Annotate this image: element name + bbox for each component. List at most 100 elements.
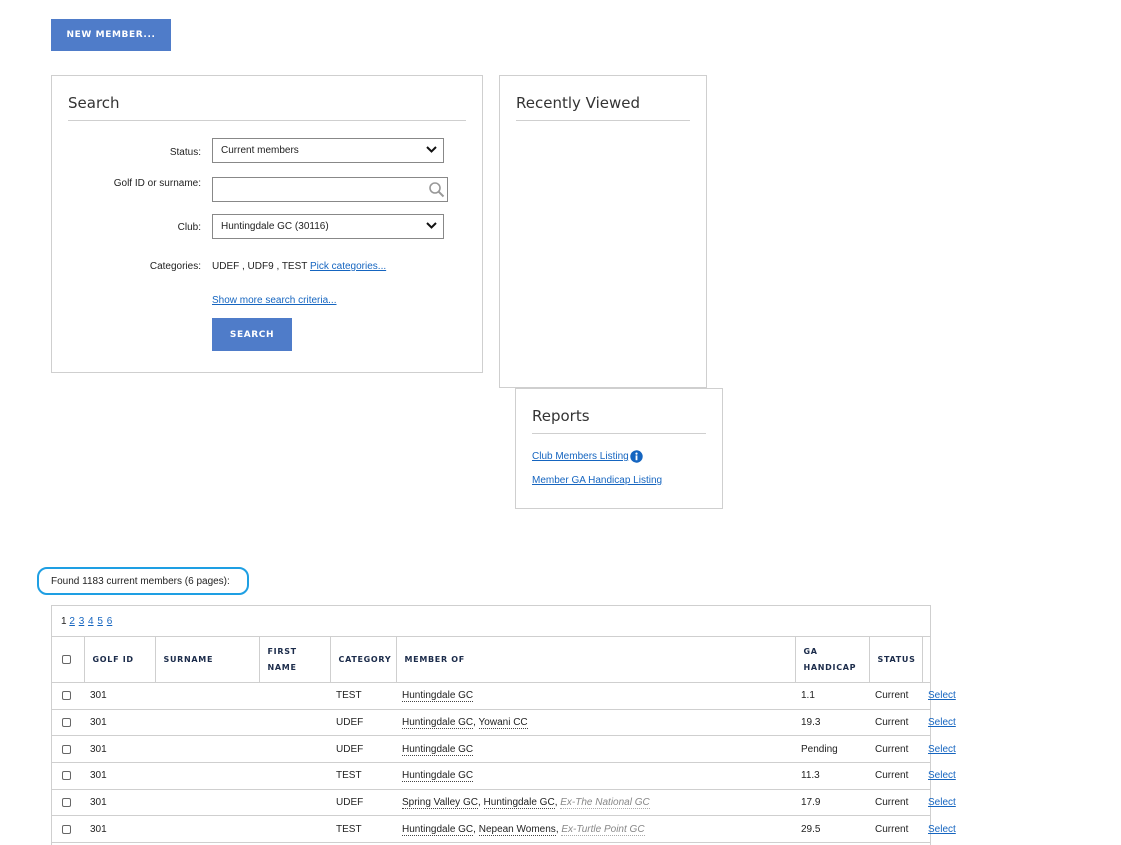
categories-field: UDEF , UDF9 , TEST Pick categories... <box>212 261 386 272</box>
category-cell: TEST <box>330 682 396 710</box>
club-link[interactable]: Yowani CC <box>478 717 528 730</box>
header-golf-id[interactable]: GOLF ID <box>83 636 155 683</box>
action-cell: Select <box>922 682 956 710</box>
table-row: 301 UDEF Spring Valley GC, Huntingdale GC,… <box>52 789 956 817</box>
recently-viewed-panel: Recently Viewed <box>499 75 707 388</box>
search-button[interactable]: SEARCH <box>212 318 292 351</box>
member-of-cell: Huntingdale GC <box>396 762 795 790</box>
first-name-cell <box>259 789 330 817</box>
header-ga-handicap[interactable]: GA HANDICAP <box>794 636 869 683</box>
page-link-5[interactable]: 5 <box>97 616 103 627</box>
status-cell: Current <box>869 762 922 790</box>
club-link[interactable]: Huntingdale GC <box>402 717 474 730</box>
club-link[interactable]: Huntingdale GC <box>483 797 555 810</box>
action-cell: Select <box>922 815 956 844</box>
search-panel: Search Status: Current members Golf ID o… <box>51 75 483 373</box>
header-category[interactable]: CATEGORY <box>329 636 396 683</box>
club-link[interactable]: Huntingdale GC <box>402 770 474 783</box>
header-ga-handicap-line2: HANDICAP <box>803 662 857 672</box>
row-select-cell <box>52 735 84 764</box>
golf-id-label: Golf ID or surname: <box>113 178 201 189</box>
pick-categories-link[interactable]: Pick categories... <box>310 261 386 272</box>
row-select-cell <box>52 709 84 737</box>
row-select-cell <box>52 762 84 790</box>
status-cell: Current <box>869 789 922 817</box>
members-table: GOLF ID SURNAME FIRST NAME CATEGORY MEMB… <box>52 636 956 844</box>
page-link-2[interactable]: 2 <box>69 616 75 627</box>
row-checkbox[interactable] <box>62 717 71 727</box>
select-link[interactable]: Select <box>928 690 956 701</box>
select-link[interactable]: Select <box>928 797 956 808</box>
club-members-listing-link[interactable]: Club Members Listing <box>532 451 629 462</box>
row-checkbox[interactable] <box>62 691 71 701</box>
club-link[interactable]: Spring Valley GC <box>402 797 478 810</box>
row-checkbox[interactable] <box>62 771 71 781</box>
club-link[interactable]: Huntingdale GC <box>402 743 474 756</box>
category-cell: TEST <box>330 762 396 790</box>
first-name-cell <box>259 735 330 764</box>
select-all-checkbox[interactable] <box>62 654 71 664</box>
category-cell: TEST <box>330 815 396 844</box>
select-all-header <box>52 636 84 683</box>
header-surname[interactable]: SURNAME <box>154 636 259 683</box>
status-label: Status: <box>169 147 201 158</box>
category-cell: UDEF <box>330 709 396 737</box>
table-row: 301 TEST Huntingdale GC 11.3 Current Select <box>52 762 956 790</box>
first-name-cell <box>259 762 330 790</box>
search-icon[interactable] <box>428 181 445 201</box>
surname-cell <box>155 789 259 817</box>
reports-title: Reports <box>532 407 590 425</box>
reports-divider <box>532 433 706 434</box>
page-link-3[interactable]: 3 <box>79 616 85 627</box>
select-link[interactable]: Select <box>928 770 956 781</box>
header-member-of[interactable]: MEMBER OF <box>395 636 795 683</box>
select-link[interactable]: Select <box>928 717 956 728</box>
header-first-name-line2: NAME <box>267 662 297 672</box>
golf-id-input[interactable] <box>212 177 448 202</box>
row-checkbox[interactable] <box>62 797 71 807</box>
golf-id-cell: 301 <box>84 709 155 737</box>
action-cell: Select <box>922 789 956 817</box>
golf-id-cell: 301 <box>84 735 155 764</box>
categories-label: Categories: <box>149 261 201 272</box>
action-cell: Select <box>922 709 956 737</box>
golf-id-cell: 301 <box>84 762 155 790</box>
select-link[interactable]: Select <box>928 744 956 755</box>
club-link[interactable]: Huntingdale GC <box>402 823 474 836</box>
new-member-button[interactable]: NEW MEMBER... <box>51 19 171 51</box>
category-cell: UDEF <box>330 789 396 817</box>
status-cell: Current <box>869 709 922 737</box>
member-ga-handicap-listing-link[interactable]: Member GA Handicap Listing <box>532 475 662 486</box>
ga-handicap-cell: 19.3 <box>795 709 869 737</box>
page-link-4[interactable]: 4 <box>88 616 94 627</box>
ga-handicap-cell: 1.1 <box>795 682 869 710</box>
golf-id-cell: 301 <box>84 789 155 817</box>
category-cell: UDEF <box>330 735 396 764</box>
recently-viewed-divider <box>516 120 690 121</box>
status-cell: Current <box>869 682 922 710</box>
table-header-row: GOLF ID SURNAME FIRST NAME CATEGORY MEMB… <box>52 636 930 683</box>
row-checkbox[interactable] <box>62 744 71 754</box>
row-checkbox[interactable] <box>62 824 71 834</box>
header-status[interactable]: STATUS <box>868 636 922 683</box>
club-link[interactable]: Huntingdale GC <box>402 690 474 703</box>
ex-club-label: Ex-The National GC <box>560 797 650 810</box>
ga-handicap-cell: Pending <box>795 735 869 764</box>
header-first-name[interactable]: FIRST NAME <box>258 636 330 683</box>
show-more-criteria-link[interactable]: Show more search criteria... <box>212 295 337 306</box>
status-select-value: Current members <box>221 145 299 156</box>
action-cell: Select <box>922 735 956 764</box>
club-label: Club: <box>177 222 201 233</box>
club-select[interactable]: Huntingdale GC (30116) <box>212 214 444 239</box>
first-name-cell <box>259 682 330 710</box>
chevron-down-icon <box>426 221 437 232</box>
select-link[interactable]: Select <box>928 824 956 835</box>
member-of-cell: Huntingdale GC <box>396 682 795 710</box>
info-icon[interactable] <box>630 450 643 463</box>
club-link[interactable]: Nepean Womens <box>478 823 556 836</box>
page-link-6[interactable]: 6 <box>107 616 113 627</box>
categories-value: UDEF , UDF9 , TEST <box>212 261 308 272</box>
status-select[interactable]: Current members <box>212 138 444 163</box>
member-of-cell: Huntingdale GC, Nepean Womens, Ex-Turtle… <box>396 815 795 844</box>
results-summary-text: Found 1183 current members (6 pages): <box>51 575 230 587</box>
